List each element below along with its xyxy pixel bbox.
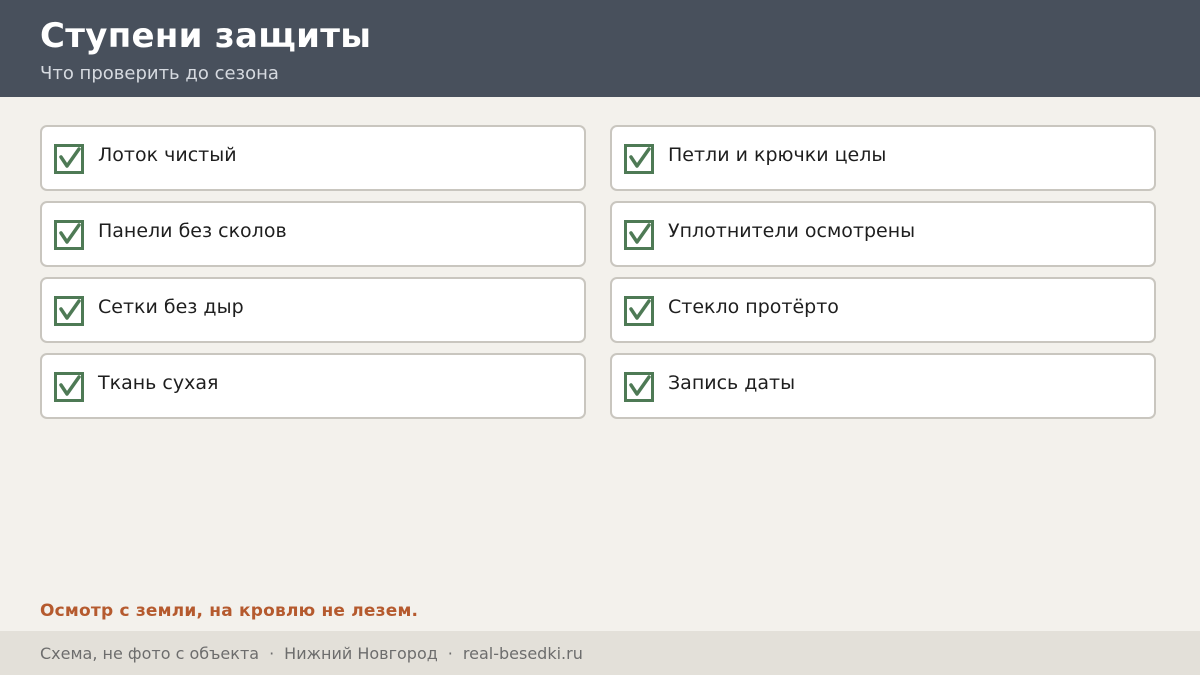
checklist-item-label: Петли и крючки целы xyxy=(668,144,887,166)
checkbox-checked-icon[interactable] xyxy=(54,372,84,402)
checklist-item-label: Панели без сколов xyxy=(98,220,287,242)
checklist-item[interactable]: Панели без сколов xyxy=(40,201,586,267)
checkbox-checked-icon[interactable] xyxy=(624,372,654,402)
footer-caption: Схема, не фото с объекта xyxy=(40,643,260,663)
checklist-item-label: Ткань сухая xyxy=(98,372,219,394)
checklist-item-label: Уплотнители осмотрены xyxy=(668,220,916,242)
checkbox-checked-icon[interactable] xyxy=(624,296,654,326)
page-footer: Схема, не фото с объекта · Нижний Новгор… xyxy=(0,631,1200,675)
checklist-item[interactable]: Стекло протёрто xyxy=(610,277,1156,343)
footer-separator: · xyxy=(447,643,453,663)
checklist-item-label: Лоток чистый xyxy=(98,144,237,166)
checklist-grid: Лоток чистый Петли и крючки целы Панели … xyxy=(40,125,1156,419)
safety-note: Осмотр с земли, на кровлю не лезем. xyxy=(40,601,419,621)
checklist-item[interactable]: Лоток чистый xyxy=(40,125,586,191)
checklist-item[interactable]: Ткань сухая xyxy=(40,353,586,419)
checkbox-checked-icon[interactable] xyxy=(54,144,84,174)
checkbox-checked-icon[interactable] xyxy=(54,220,84,250)
checkbox-checked-icon[interactable] xyxy=(54,296,84,326)
checklist-item-label: Стекло протёрто xyxy=(668,296,839,318)
checklist-item-label: Сетки без дыр xyxy=(98,296,244,318)
checkbox-checked-icon[interactable] xyxy=(624,144,654,174)
page-title: Ступени защиты xyxy=(40,16,372,56)
checklist-item[interactable]: Сетки без дыр xyxy=(40,277,586,343)
checklist-item[interactable]: Петли и крючки целы xyxy=(610,125,1156,191)
checkbox-checked-icon[interactable] xyxy=(624,220,654,250)
page-subtitle: Что проверить до сезона xyxy=(40,63,279,84)
checklist-item[interactable]: Запись даты xyxy=(610,353,1156,419)
footer-city: Нижний Новгород xyxy=(284,643,438,663)
footer-separator: · xyxy=(269,643,275,663)
footer-site-link[interactable]: real-besedki.ru xyxy=(463,644,583,663)
checklist-item-label: Запись даты xyxy=(668,372,796,394)
checklist-item[interactable]: Уплотнители осмотрены xyxy=(610,201,1156,267)
page-header: Ступени защиты Что проверить до сезона xyxy=(0,0,1200,97)
